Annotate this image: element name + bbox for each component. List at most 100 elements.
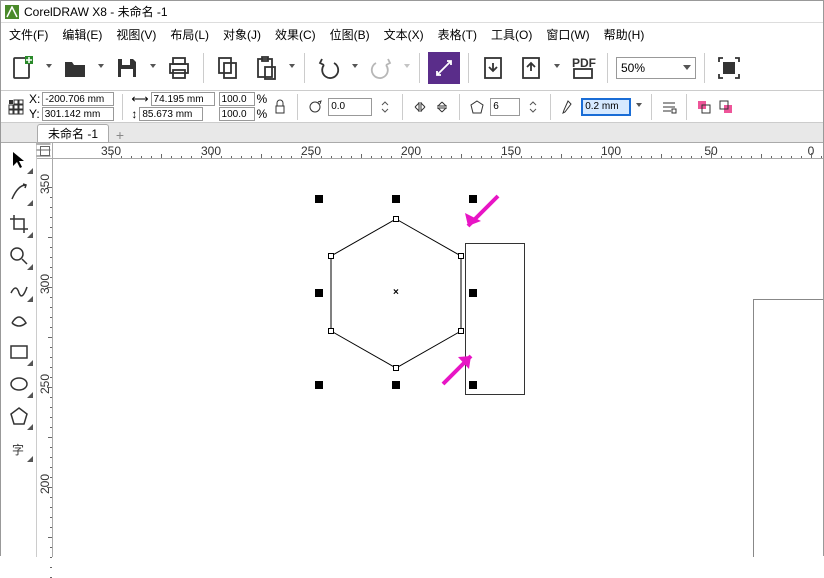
y-input[interactable]	[42, 107, 114, 121]
ruler-horizontal[interactable]: 350300250200150100500	[53, 143, 823, 159]
zoom-tool[interactable]	[4, 241, 34, 271]
tab-document[interactable]: 未命名 -1	[37, 124, 109, 142]
menu-help[interactable]: 帮助(H)	[604, 26, 645, 43]
handle-tl[interactable]	[315, 195, 323, 203]
scalex-input[interactable]	[219, 92, 255, 106]
menu-window[interactable]: 窗口(W)	[546, 26, 589, 43]
search-button[interactable]	[428, 52, 460, 84]
canvas[interactable]: ×	[53, 159, 823, 557]
polygon-icon	[468, 98, 486, 116]
tab-label: 未命名 -1	[48, 125, 98, 142]
outline-width-input[interactable]	[581, 98, 631, 116]
sides-stepper[interactable]	[524, 98, 542, 116]
pick-tool[interactable]	[4, 145, 34, 175]
pct-label: %	[257, 92, 268, 106]
node[interactable]	[393, 216, 399, 222]
mirror-v-icon[interactable]	[433, 98, 451, 116]
svg-text:字: 字	[12, 442, 24, 457]
rotation-input[interactable]	[328, 98, 372, 116]
menu-table[interactable]: 表格(T)	[438, 26, 477, 43]
zoom-combo[interactable]: 50%	[616, 57, 696, 79]
open-button[interactable]	[59, 52, 91, 84]
to-back-icon[interactable]	[717, 98, 735, 116]
x-label: X:	[29, 92, 40, 106]
print-button[interactable]	[163, 52, 195, 84]
mirror-h-icon[interactable]	[411, 98, 429, 116]
outline-dropdown[interactable]	[635, 103, 643, 110]
undo-button[interactable]	[313, 52, 345, 84]
ruler-vertical[interactable]: 350300250200	[37, 159, 53, 557]
redo-button[interactable]	[365, 52, 397, 84]
artistic-media-tool[interactable]	[4, 305, 34, 335]
width-input[interactable]	[151, 92, 215, 106]
main-area: 字 350300250200150100500 350300250200	[1, 143, 823, 557]
menu-bar: 文件(F) 编辑(E) 视图(V) 布局(L) 对象(J) 效果(C) 位图(B…	[1, 23, 823, 45]
node[interactable]	[393, 365, 399, 371]
shape-tool[interactable]	[4, 177, 34, 207]
app-icon	[5, 5, 19, 19]
menu-effect[interactable]: 效果(C)	[275, 26, 316, 43]
menu-file[interactable]: 文件(F)	[9, 26, 48, 43]
height-icon: ↕	[131, 107, 137, 121]
height-input[interactable]	[139, 107, 203, 121]
polygon-tool[interactable]	[4, 401, 34, 431]
node[interactable]	[328, 328, 334, 334]
open-dropdown[interactable]	[97, 64, 105, 71]
menu-bitmap[interactable]: 位图(B)	[330, 26, 370, 43]
new-button[interactable]	[7, 52, 39, 84]
node[interactable]	[458, 328, 464, 334]
text-tool[interactable]: 字	[4, 433, 34, 463]
menu-object[interactable]: 对象(J)	[223, 26, 261, 43]
to-front-icon[interactable]	[695, 98, 713, 116]
annotation-arrow-icon	[433, 339, 483, 392]
new-dropdown[interactable]	[45, 64, 53, 71]
menu-text[interactable]: 文本(X)	[384, 26, 424, 43]
zoom-value: 50%	[621, 61, 645, 75]
pdf-button[interactable]: PDF	[567, 52, 599, 84]
rectangle-tool[interactable]	[4, 337, 34, 367]
tab-add-button[interactable]: +	[111, 128, 129, 142]
rot-stepper[interactable]	[376, 98, 394, 116]
property-bar: X: Y: ⟷ ↕ % %	[1, 91, 823, 123]
undo-dropdown[interactable]	[351, 64, 359, 71]
node[interactable]	[458, 253, 464, 259]
copy-button[interactable]	[212, 52, 244, 84]
main-toolbar: PDF 50%	[1, 45, 823, 91]
paste-dropdown[interactable]	[288, 64, 296, 71]
center-marker[interactable]: ×	[393, 287, 399, 298]
rotate-icon	[306, 98, 324, 116]
menu-tools[interactable]: 工具(O)	[491, 26, 532, 43]
lock-icon[interactable]	[271, 98, 289, 116]
export-button[interactable]	[515, 52, 547, 84]
freehand-tool[interactable]	[4, 273, 34, 303]
handle-tc[interactable]	[392, 195, 400, 203]
menu-layout[interactable]: 布局(L)	[170, 26, 209, 43]
crop-tool[interactable]	[4, 209, 34, 239]
sides-input[interactable]	[490, 98, 520, 116]
scaley-input[interactable]	[219, 107, 255, 121]
export-dropdown[interactable]	[553, 64, 561, 71]
width-icon: ⟷	[131, 92, 148, 106]
canvas-area: 350300250200150100500 350300250200	[37, 143, 823, 557]
ruler-origin[interactable]	[37, 143, 53, 159]
menu-edit[interactable]: 编辑(E)	[62, 26, 102, 43]
paste-button[interactable]	[250, 52, 282, 84]
fullscreen-button[interactable]	[713, 52, 745, 84]
svg-text:PDF: PDF	[572, 56, 596, 70]
x-input[interactable]	[42, 92, 114, 106]
window-title: CorelDRAW X8 - 未命名 -1	[24, 3, 168, 20]
node[interactable]	[328, 253, 334, 259]
save-dropdown[interactable]	[149, 64, 157, 71]
save-button[interactable]	[111, 52, 143, 84]
handle-bc[interactable]	[392, 381, 400, 389]
annotation-arrow-icon	[453, 191, 503, 244]
handle-ml[interactable]	[315, 289, 323, 297]
wrap-text-icon[interactable]	[660, 98, 678, 116]
ellipse-tool[interactable]	[4, 369, 34, 399]
menu-view[interactable]: 视图(V)	[116, 26, 156, 43]
y-label: Y:	[29, 107, 40, 121]
document-tabs: 未命名 -1 +	[1, 123, 823, 143]
handle-bl[interactable]	[315, 381, 323, 389]
redo-dropdown[interactable]	[403, 64, 411, 71]
import-button[interactable]	[477, 52, 509, 84]
